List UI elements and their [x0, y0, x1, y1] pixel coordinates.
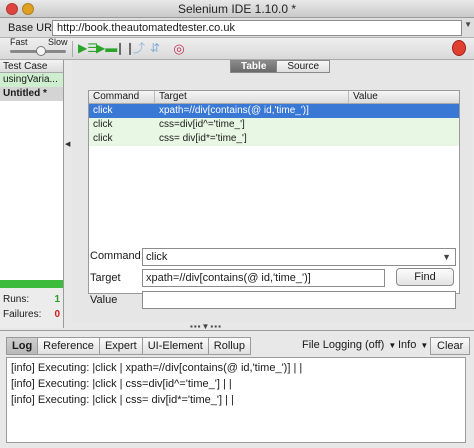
- target-input[interactable]: xpath=//div[contains(@ id,'time_')]: [142, 269, 385, 287]
- test-case-panel: Test Case usingVaria... Untitled *: [0, 60, 64, 280]
- row-command: click: [93, 105, 113, 116]
- tab-reference[interactable]: Reference: [38, 337, 100, 355]
- tab-ui-element[interactable]: UI-Element: [142, 337, 209, 355]
- find-button[interactable]: Find: [396, 268, 454, 286]
- pause-icon[interactable]: ❙❙: [115, 41, 135, 56]
- file-logging-dropdown[interactable]: File Logging (off) ▼: [302, 337, 396, 355]
- test-case-item[interactable]: Untitled *: [0, 87, 63, 101]
- value-input[interactable]: [142, 291, 456, 309]
- log-output: [info] Executing: |click | xpath=//div[c…: [6, 357, 466, 443]
- row-target: xpath=//div[contains(@ id,'time_')]: [159, 105, 309, 116]
- close-window-icon[interactable]: [6, 3, 18, 15]
- chevron-down-icon: ▼: [388, 341, 397, 350]
- column-header-target[interactable]: Target: [155, 91, 349, 104]
- title-bar: Selenium IDE 1.10.0 *: [0, 0, 474, 18]
- log-panel: Log Reference Expert UI-Element Rollup F…: [0, 330, 474, 448]
- base-url-input[interactable]: http://book.theautomatedtester.co.uk: [52, 20, 462, 36]
- command-select[interactable]: click ▼: [142, 248, 456, 266]
- log-line: [info] Executing: |click | xpath=//div[c…: [11, 362, 303, 374]
- speed-slider-handle[interactable]: [36, 46, 46, 56]
- row-command: click: [93, 133, 113, 144]
- step-icon[interactable]: ⤴: [131, 41, 147, 56]
- row-target: css= div[id*='time_']: [159, 133, 247, 144]
- value-label: Value: [90, 294, 118, 306]
- run-stats: Runs: 1 Failures: 0: [0, 288, 64, 328]
- clear-button[interactable]: Clear: [430, 337, 471, 355]
- toolbar-separator: [72, 41, 73, 57]
- speed-fast-label: Fast: [10, 37, 28, 47]
- failures-label: Failures:: [3, 309, 42, 320]
- command-label: Command: [90, 250, 141, 262]
- test-case-item[interactable]: usingVaria...: [0, 73, 63, 87]
- play-suite-icon[interactable]: ▶☰: [78, 41, 98, 56]
- runs-label: Runs:: [3, 294, 30, 305]
- tab-source[interactable]: Source: [277, 60, 331, 73]
- log-line: [info] Executing: |click | css=div[id^='…: [11, 378, 232, 390]
- chevron-down-icon: ▼: [420, 341, 429, 350]
- table-row[interactable]: click xpath=//div[contains(@ id,'time_')…: [89, 104, 459, 118]
- runs-stat: Runs: 1: [3, 294, 63, 305]
- toolbar: Fast Slow ▶☰ ▶▬ ❙❙ ⤴ ⇵ ◎: [0, 37, 474, 60]
- log-line: [info] Executing: |click | css= div[id*=…: [11, 394, 234, 406]
- column-header-value[interactable]: Value: [349, 91, 459, 104]
- vertical-splitter-handle[interactable]: ◀: [65, 140, 70, 148]
- base-url-label: Base URL: [8, 22, 59, 34]
- record-icon[interactable]: [452, 40, 466, 56]
- play-test-icon[interactable]: ▶▬: [96, 41, 117, 56]
- log-level-dropdown[interactable]: Info ▼: [398, 337, 428, 355]
- view-tabs: Table Source: [230, 60, 331, 73]
- rollup-icon[interactable]: ⇵: [147, 41, 163, 56]
- tab-log[interactable]: Log: [6, 337, 39, 355]
- table-row[interactable]: click css=div[id^='time_']: [89, 118, 459, 132]
- window-title: Selenium IDE 1.10.0 *: [177, 2, 297, 16]
- chevron-down-icon: ▼: [442, 252, 451, 262]
- table-row[interactable]: click css= div[id*='time_']: [89, 132, 459, 146]
- target-label: Target: [90, 272, 121, 284]
- base-url-row: Base URL http://book.theautomatedtester.…: [0, 18, 474, 38]
- command-select-value: click: [146, 251, 168, 263]
- schedule-icon[interactable]: ◎: [171, 41, 187, 56]
- failures-stat: Failures: 0: [3, 309, 63, 320]
- runs-value: 1: [54, 294, 60, 305]
- tab-expert[interactable]: Expert: [99, 337, 143, 355]
- row-target: css=div[id^='time_']: [159, 119, 245, 130]
- tab-rollup[interactable]: Rollup: [208, 337, 251, 355]
- column-header-command[interactable]: Command: [89, 91, 155, 104]
- minimize-window-icon[interactable]: [22, 3, 34, 15]
- tab-table[interactable]: Table: [230, 60, 278, 73]
- log-level-label: Info: [398, 339, 417, 351]
- file-logging-label: File Logging (off): [302, 339, 385, 351]
- test-case-header: Test Case: [0, 60, 63, 73]
- run-progress-bar: [0, 280, 64, 288]
- speed-slow-label: Slow: [48, 37, 68, 47]
- row-command: click: [93, 119, 113, 130]
- log-tabs: Log Reference Expert UI-Element Rollup: [6, 337, 251, 355]
- base-url-dropdown-icon[interactable]: ▼: [464, 20, 472, 29]
- failures-value: 0: [54, 309, 60, 320]
